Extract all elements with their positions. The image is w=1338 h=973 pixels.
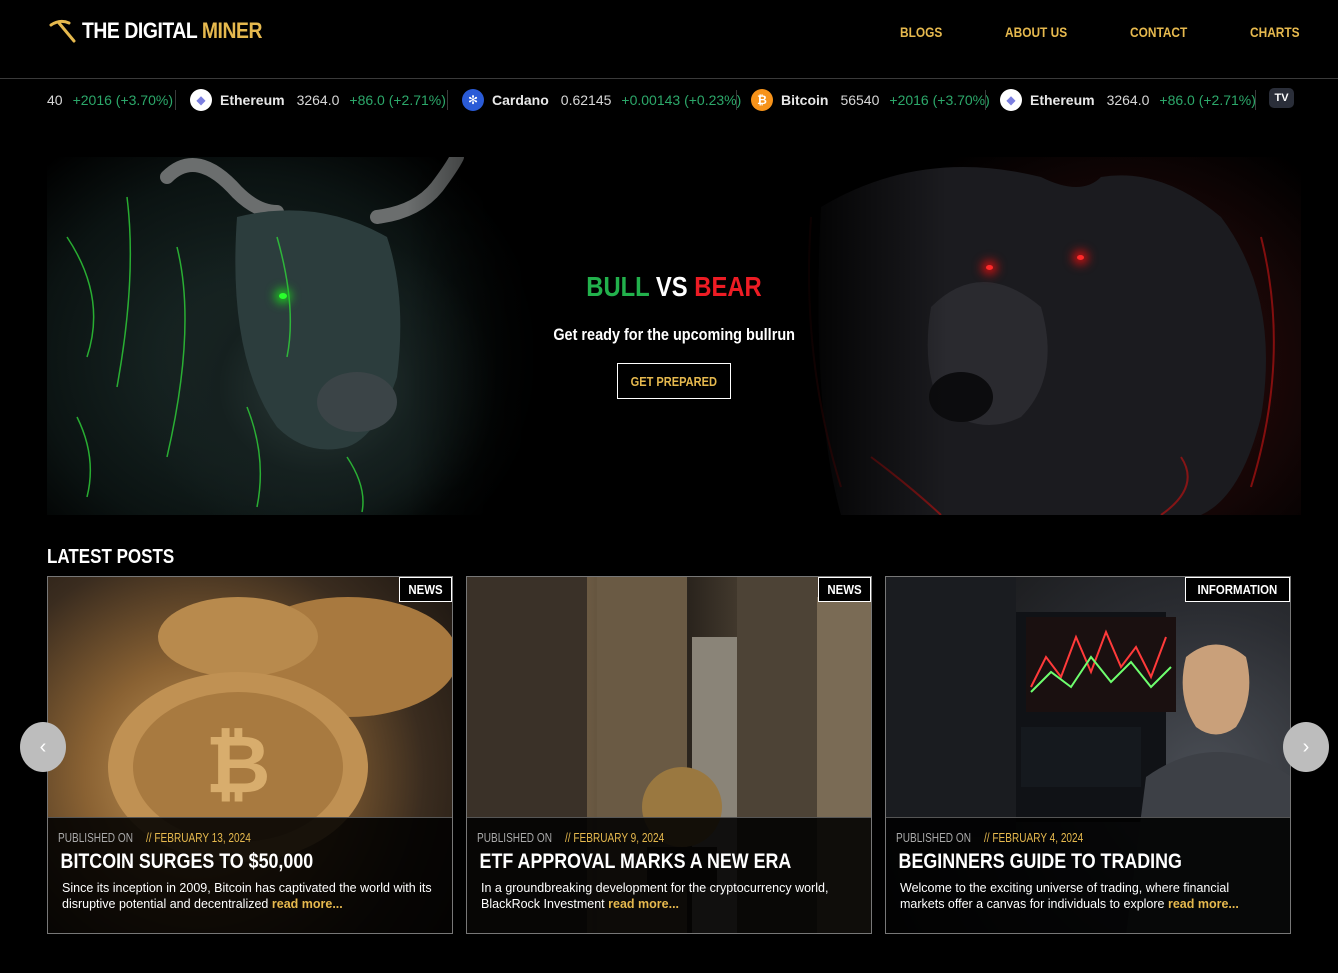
hero-bull-word: BULL (586, 271, 650, 302)
site-header: THE DIGITAL MINER BLOGS ABOUT US CONTACT… (0, 0, 1338, 79)
read-more-link[interactable]: read more... (1168, 897, 1239, 911)
read-more-link[interactable]: read more... (272, 897, 343, 911)
ticker-divider (175, 90, 176, 110)
nav-about-us[interactable]: ABOUT US (1005, 24, 1067, 40)
post-meta: PUBLISHED ON // FEBRUARY 9, 2024 (477, 830, 665, 845)
bitcoin-icon: ₿ (751, 89, 773, 111)
ethereum-icon: ◆ (190, 89, 212, 111)
ticker-name: Cardano (492, 92, 549, 108)
ticker-item[interactable]: ◆ Ethereum 3264.0 +86.0 (+2.71%) (190, 80, 446, 120)
ticker-change: +86.0 (+2.71%) (1159, 92, 1256, 108)
svg-text:₿: ₿ (205, 718, 270, 811)
cardano-icon: ✻ (462, 89, 484, 111)
ticker-divider (1255, 90, 1256, 110)
ticker-change: +0.00143 (+0.23%) (621, 92, 742, 108)
ticker-price: 40 (47, 92, 63, 108)
post-title[interactable]: BEGINNERS GUIDE TO TRADING (896, 850, 1222, 874)
hero-title: BULL VS BEAR (141, 271, 1207, 303)
post-title[interactable]: BITCOIN SURGES TO $50,000 (58, 850, 384, 874)
ticker-item[interactable]: ✻ Cardano 0.62145 +0.00143 (+0.23%) (462, 80, 741, 120)
bear-eye-glow (986, 265, 993, 270)
category-badge: NEWS (399, 577, 452, 602)
nav-contact[interactable]: CONTACT (1130, 24, 1187, 40)
post-title[interactable]: ETF APPROVAL MARKS A NEW ERA (477, 850, 803, 874)
ticker-price: 3264.0 (296, 92, 340, 108)
ticker-change: +2016 (+3.70%) (72, 92, 173, 108)
post-meta: PUBLISHED ON // FEBRUARY 4, 2024 (896, 830, 1084, 845)
category-badge: NEWS (818, 577, 871, 602)
post-card[interactable]: INFORMATION PUBLISHED ON // FEBRUARY 4, … (885, 576, 1291, 934)
nav-charts[interactable]: CHARTS (1250, 24, 1300, 40)
read-more-link[interactable]: read more... (608, 897, 679, 911)
hero-vs-word: VS (655, 271, 688, 302)
ticker-change: +86.0 (+2.71%) (349, 92, 446, 108)
price-ticker: 40 +2016 (+3.70%) ◆ Ethereum 3264.0 +86.… (0, 80, 1338, 120)
tradingview-logo-icon[interactable]: TV (1269, 88, 1294, 108)
ticker-divider (985, 90, 986, 110)
ticker-name: Bitcoin (781, 92, 829, 108)
post-date: // FEBRUARY 4, 2024 (984, 830, 1084, 845)
hero-subtitle: Get ready for the upcoming bullrun (553, 325, 795, 344)
hero-bear-word: BEAR (694, 271, 762, 302)
ticker-item[interactable]: ₿ Bitcoin 56540 +2016 (+3.70%) (751, 80, 990, 120)
post-info: PUBLISHED ON // FEBRUARY 9, 2024 ETF APP… (467, 817, 871, 933)
ticker-price: 56540 (840, 92, 880, 108)
post-card[interactable]: NEWS PUBLISHED ON // FEBRUARY 9, 2024 ET… (466, 576, 872, 934)
latest-posts-heading: LATEST POSTS (47, 546, 175, 568)
post-info: PUBLISHED ON // FEBRUARY 13, 2024 BITCOI… (48, 817, 452, 933)
chevron-left-icon: ‹ (39, 735, 47, 758)
post-date: // FEBRUARY 13, 2024 (146, 830, 252, 845)
post-date: // FEBRUARY 9, 2024 (565, 830, 665, 845)
ticker-name: Ethereum (1030, 92, 1095, 108)
post-info: PUBLISHED ON // FEBRUARY 4, 2024 BEGINNE… (886, 817, 1290, 933)
post-meta: PUBLISHED ON // FEBRUARY 13, 2024 (58, 830, 252, 845)
carousel-prev-button[interactable]: ‹ (20, 722, 66, 772)
brand-logo[interactable]: THE DIGITAL MINER (48, 18, 287, 44)
carousel-next-button[interactable]: › (1283, 722, 1329, 772)
pickaxe-icon (49, 19, 76, 43)
post-card[interactable]: ₿ NEWS PUBLISHED ON // FEBRUARY 13, 2024… (47, 576, 453, 934)
ticker-change: +2016 (+3.70%) (889, 92, 990, 108)
ticker-item[interactable]: 40 +2016 (+3.70%) (47, 80, 173, 120)
hero-banner: BULL VS BEAR Get ready for the upcoming … (47, 157, 1301, 515)
ticker-price: 0.62145 (560, 92, 612, 108)
ticker-price: 3264.0 (1106, 92, 1150, 108)
category-badge: INFORMATION (1185, 577, 1290, 602)
nav-blogs[interactable]: BLOGS (900, 24, 942, 40)
post-excerpt: Welcome to the exciting universe of trad… (900, 881, 1239, 911)
bear-eye-glow (1077, 255, 1084, 260)
ethereum-icon: ◆ (1000, 89, 1022, 111)
post-excerpt: In a groundbreaking development for the … (481, 881, 829, 911)
post-excerpt: Since its inception in 2009, Bitcoin has… (62, 881, 432, 911)
brand-name: THE DIGITAL MINER (82, 18, 263, 43)
ticker-name: Ethereum (220, 92, 285, 108)
ticker-item[interactable]: ◆ Ethereum 3264.0 +86.0 (+2.71%) (1000, 80, 1256, 120)
get-prepared-button[interactable]: GET PREPARED (617, 363, 731, 399)
ticker-divider (736, 90, 737, 110)
ticker-divider (447, 90, 448, 110)
chevron-right-icon: › (1302, 735, 1310, 758)
